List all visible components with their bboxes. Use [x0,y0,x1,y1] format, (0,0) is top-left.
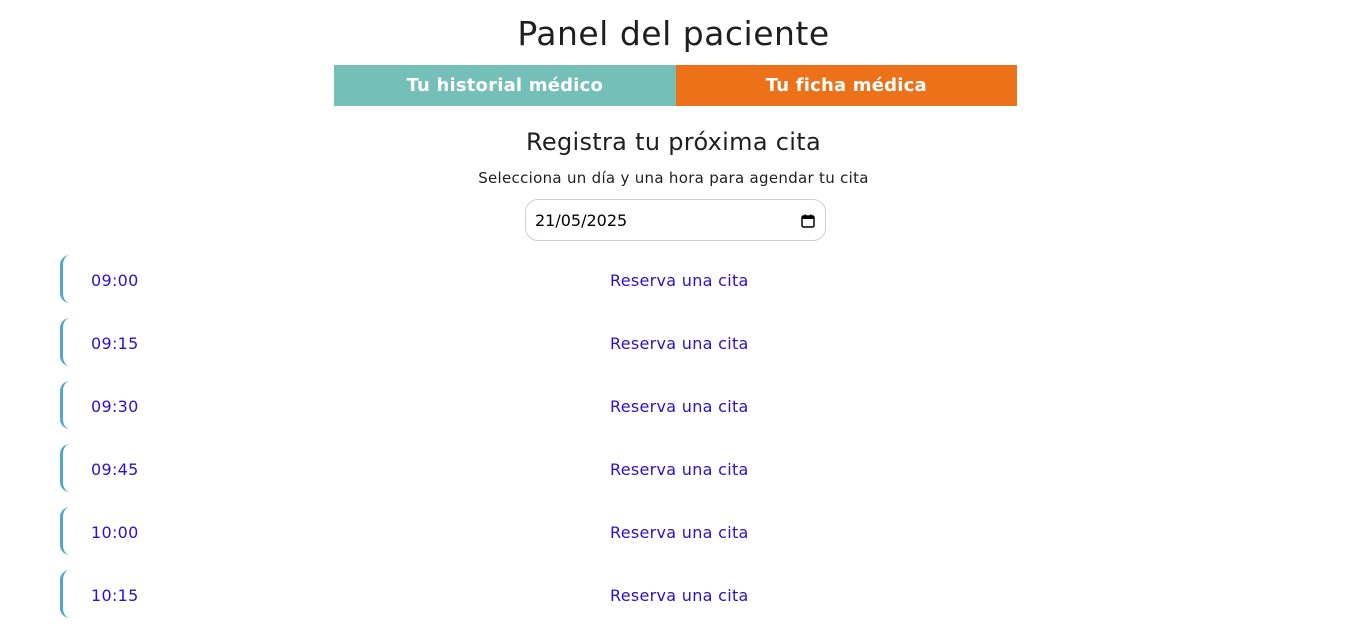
tab-medical-record[interactable]: Tu ficha médica [675,65,1017,106]
time-slot: 09:30 Reserva una cita [60,381,1300,431]
time-slot: 09:15 Reserva una cita [60,318,1300,368]
slot-bracket [60,255,70,303]
slot-bracket [60,570,70,618]
book-appointment-link[interactable]: Reserva una cita [610,271,749,290]
slot-bracket [60,318,70,366]
slot-time: 09:30 [91,396,139,416]
date-value: 21/05/2025 [535,210,628,230]
time-slot: 10:15 Reserva una cita [60,570,1300,620]
slot-time: 10:15 [91,585,139,605]
book-appointment-link[interactable]: Reserva una cita [610,334,749,353]
patient-panel-page: Panel del paciente Tu historial médico T… [0,0,1347,629]
book-appointment-link[interactable]: Reserva una cita [610,460,749,479]
slot-bracket [60,381,70,429]
appointment-subtitle: Selecciona un día y una hora para agenda… [478,169,869,187]
time-slot: 10:00 Reserva una cita [60,507,1300,557]
calendar-icon[interactable] [801,213,815,228]
slot-bracket [60,507,70,555]
book-appointment-link[interactable]: Reserva una cita [610,586,749,605]
time-slot-list: 09:00 Reserva una cita 09:15 Reserva una… [60,255,1300,629]
slot-bracket [60,444,70,492]
slot-time: 09:45 [91,459,139,479]
book-appointment-link[interactable]: Reserva una cita [610,397,749,416]
time-slot: 09:00 Reserva una cita [60,255,1300,305]
date-picker-input[interactable]: 21/05/2025 [525,199,826,241]
patient-tabs: Tu historial médico Tu ficha médica [334,65,1017,106]
slot-time: 09:15 [91,333,139,353]
page-title: Panel del paciente [517,14,830,53]
slot-time: 09:00 [91,270,139,290]
tab-medical-history[interactable]: Tu historial médico [334,65,676,106]
time-slot: 09:45 Reserva una cita [60,444,1300,494]
slot-time: 10:00 [91,522,139,542]
book-appointment-link[interactable]: Reserva una cita [610,523,749,542]
appointment-title: Registra tu próxima cita [526,128,821,156]
